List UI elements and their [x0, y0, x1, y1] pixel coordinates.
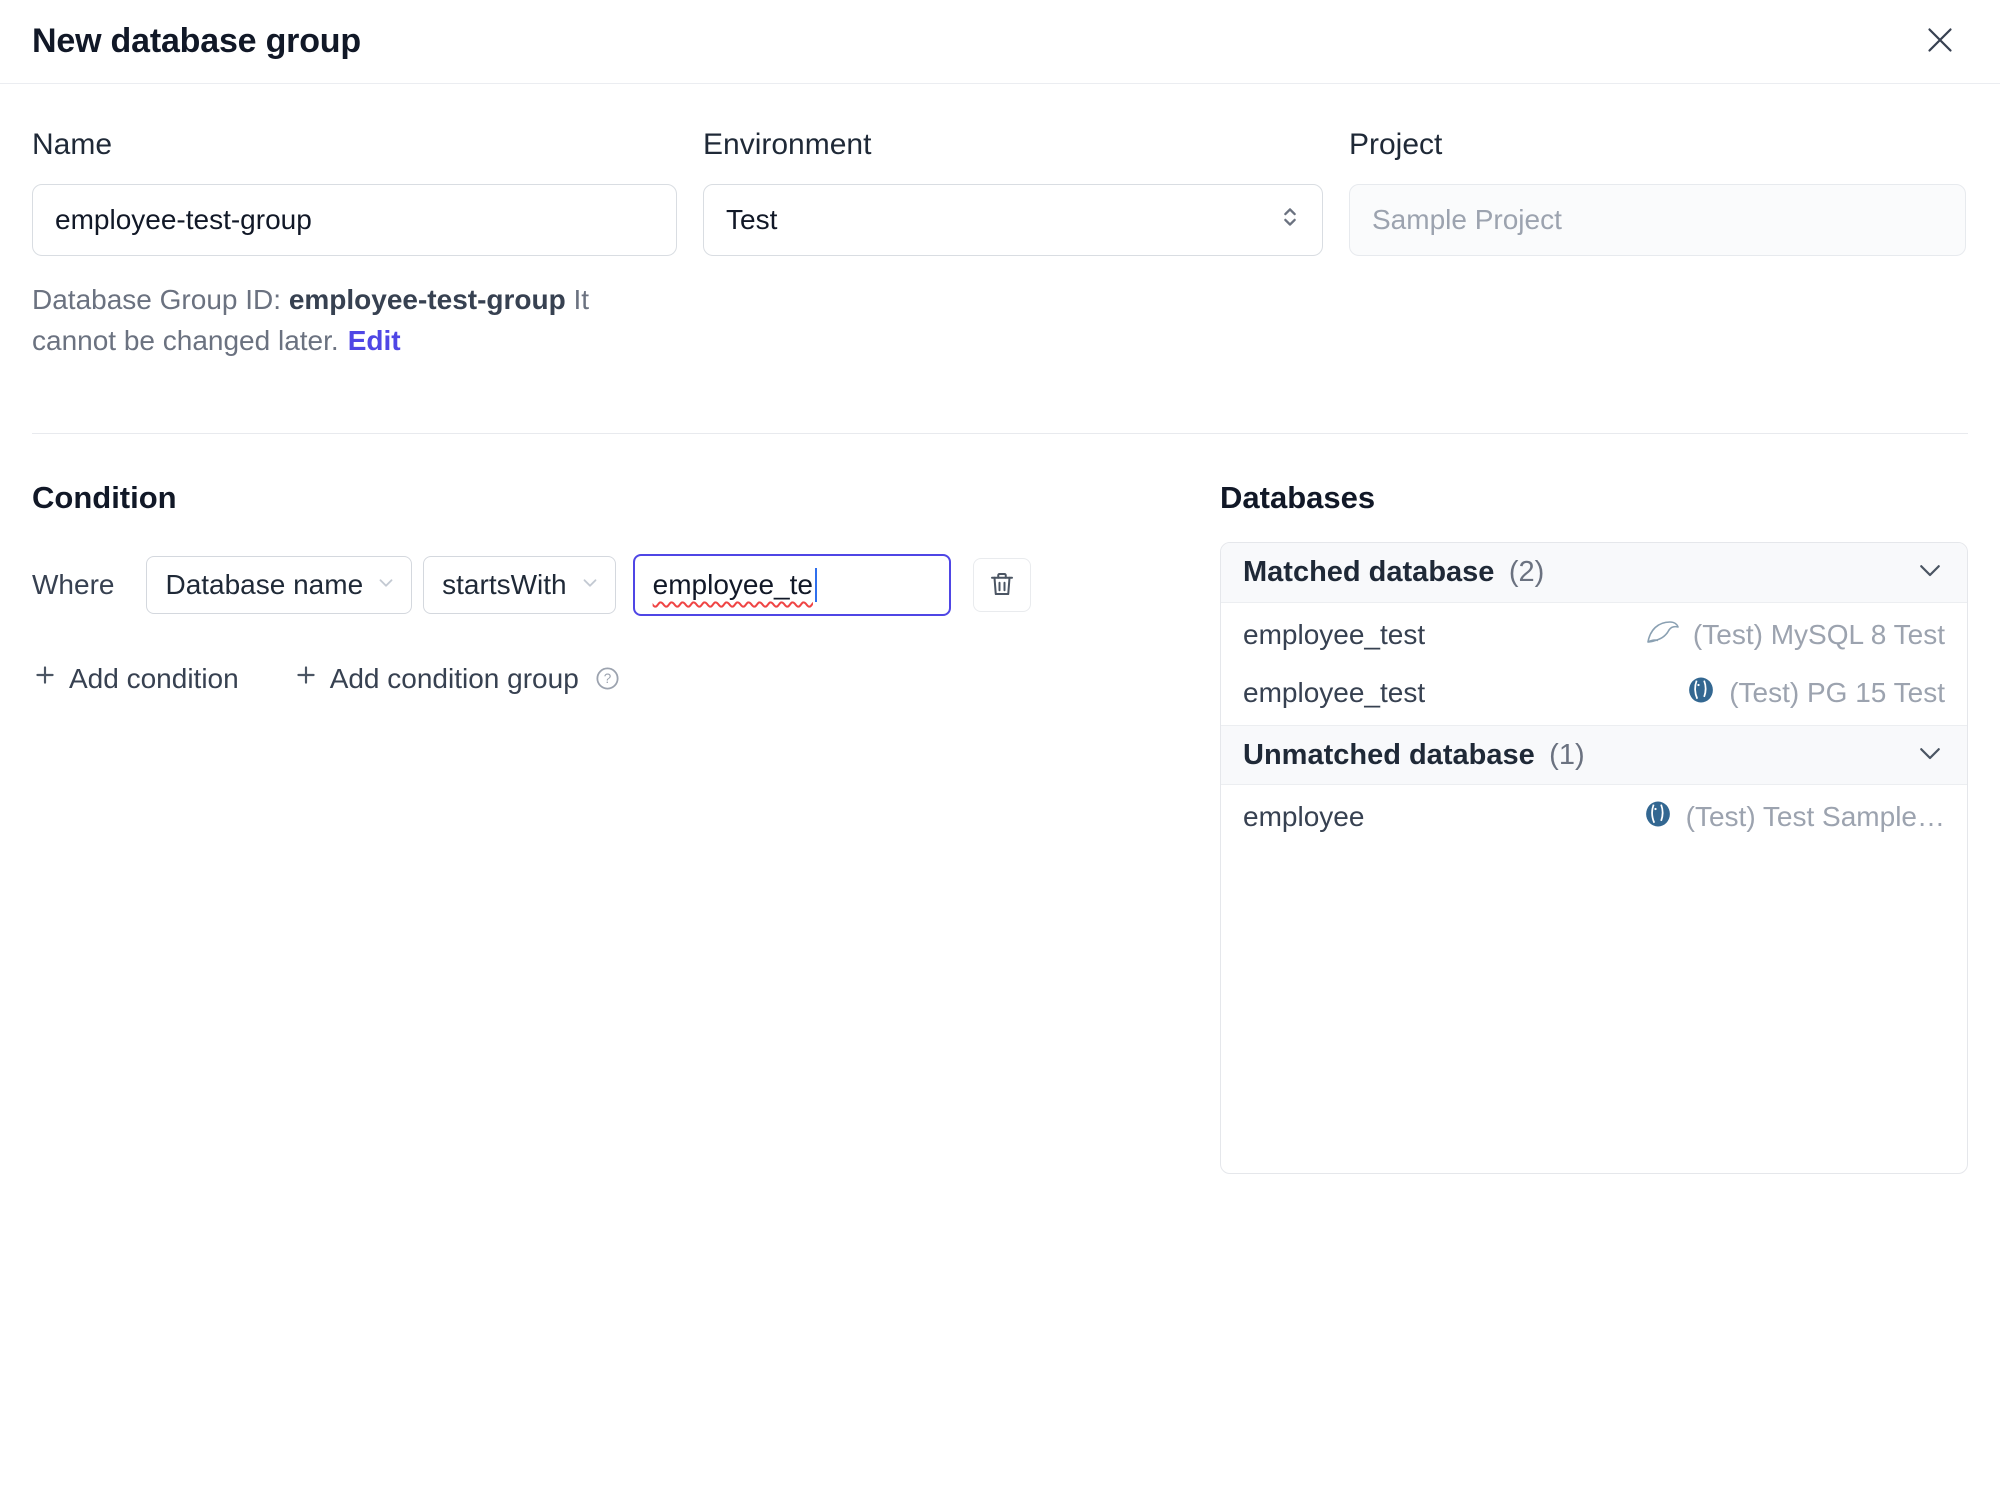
chevron-down-icon — [579, 569, 601, 601]
database-instance: (Test) PG 15 Test — [1686, 675, 1945, 712]
trash-icon — [987, 569, 1017, 602]
condition-field-select[interactable]: Database name — [146, 556, 413, 615]
condition-value-text: employee_te — [652, 569, 813, 601]
databases-heading: Databases — [1220, 480, 1376, 516]
add-condition-group-button[interactable]: Add condition group ? — [293, 662, 621, 695]
group-id-note-prefix: Database Group ID: — [32, 284, 289, 315]
unmatched-database-title: Unmatched database — [1243, 738, 1535, 771]
database-row: employee_test (Test) PG 15 Test — [1221, 664, 1967, 722]
database-instance-label: (Test) Test Sample… — [1685, 801, 1945, 833]
unmatched-database-count: (1) — [1549, 738, 1585, 771]
postgres-icon — [1643, 799, 1673, 836]
project-input[interactable] — [1349, 184, 1966, 256]
database-name: employee_test — [1243, 619, 1426, 651]
close-button[interactable] — [1922, 22, 1958, 61]
matched-database-title: Matched database — [1243, 556, 1495, 589]
chevron-down-icon[interactable] — [1915, 555, 1945, 590]
condition-operator-select[interactable]: startsWith — [423, 556, 616, 615]
project-label: Project — [1349, 128, 1443, 161]
condition-actions: Add condition Add condition group ? — [32, 662, 1220, 695]
dialog-body: Name Database Group ID: employee-test-gr… — [0, 128, 2000, 1175]
chevron-down-icon[interactable] — [1915, 738, 1945, 773]
text-caret — [814, 568, 817, 603]
environment-label: Environment — [703, 128, 872, 161]
delete-condition-button[interactable] — [972, 558, 1031, 613]
matched-database-rows: employee_test (Test) MySQL 8 Test employ… — [1221, 603, 1967, 725]
matched-database-group: Matched database (2) employee_test (Test… — [1221, 543, 1967, 725]
plus-icon — [293, 662, 319, 695]
bottom-section: Condition Where Database name startsWith — [32, 480, 1968, 1175]
edit-group-id-link[interactable]: Edit — [348, 325, 401, 356]
environment-field-group: Environment Test — [703, 128, 1323, 389]
databases-panel: Matched database (2) employee_test (Test… — [1220, 542, 1968, 1175]
dialog-header: New database group — [0, 0, 2000, 84]
postgres-icon — [1686, 675, 1716, 712]
database-instance-label: (Test) PG 15 Test — [1729, 677, 1945, 709]
database-instance-label: (Test) MySQL 8 Test — [1692, 619, 1945, 651]
condition-heading: Condition — [32, 480, 177, 516]
matched-database-count: (2) — [1508, 556, 1545, 589]
database-instance: (Test) MySQL 8 Test — [1646, 617, 1945, 654]
chevrons-up-down-icon — [1276, 203, 1304, 238]
condition-operator-value: startsWith — [442, 569, 567, 601]
form-section: Name Database Group ID: employee-test-gr… — [32, 128, 1968, 389]
name-label: Name — [32, 128, 113, 161]
name-input[interactable] — [32, 184, 677, 256]
database-instance: (Test) Test Sample… — [1643, 799, 1945, 836]
condition-row: Where Database name startsWith employee_… — [32, 554, 1220, 617]
environment-selected-value: Test — [726, 204, 778, 235]
database-name: employee — [1243, 801, 1365, 833]
section-divider — [32, 433, 1968, 435]
name-field-group: Name Database Group ID: employee-test-gr… — [32, 128, 677, 389]
condition-field-value: Database name — [165, 569, 364, 601]
database-row: employee_test (Test) MySQL 8 Test — [1221, 606, 1967, 664]
unmatched-database-rows: employee (Test) Test Sample… — [1221, 785, 1967, 849]
svg-text:?: ? — [604, 671, 612, 686]
project-field-group: Project — [1349, 128, 1966, 389]
condition-section: Condition Where Database name startsWith — [32, 480, 1220, 1174]
matched-database-header[interactable]: Matched database (2) — [1221, 543, 1967, 604]
unmatched-database-header[interactable]: Unmatched database (1) — [1221, 725, 1967, 786]
plus-icon — [32, 662, 58, 695]
group-id-note: Database Group ID: employee-test-group I… — [32, 280, 677, 361]
mysql-icon — [1646, 617, 1680, 654]
dialog-title: New database group — [32, 22, 361, 60]
close-icon — [1922, 22, 1958, 61]
environment-select[interactable]: Test — [703, 184, 1323, 256]
group-id-value: employee-test-group — [288, 284, 566, 315]
condition-value-input[interactable]: employee_te — [632, 554, 951, 617]
database-name: employee_test — [1243, 677, 1426, 709]
where-label: Where — [32, 569, 115, 601]
help-icon[interactable]: ? — [594, 665, 621, 692]
chevron-down-icon — [375, 569, 397, 601]
database-row: employee (Test) Test Sample… — [1221, 788, 1967, 846]
add-condition-button[interactable]: Add condition — [32, 662, 239, 695]
add-condition-group-label: Add condition group — [329, 662, 579, 694]
unmatched-database-group: Unmatched database (1) employee (Test) T… — [1221, 725, 1967, 849]
databases-section: Databases Matched database (2) employee_… — [1220, 480, 1968, 1175]
add-condition-label: Add condition — [69, 662, 239, 694]
